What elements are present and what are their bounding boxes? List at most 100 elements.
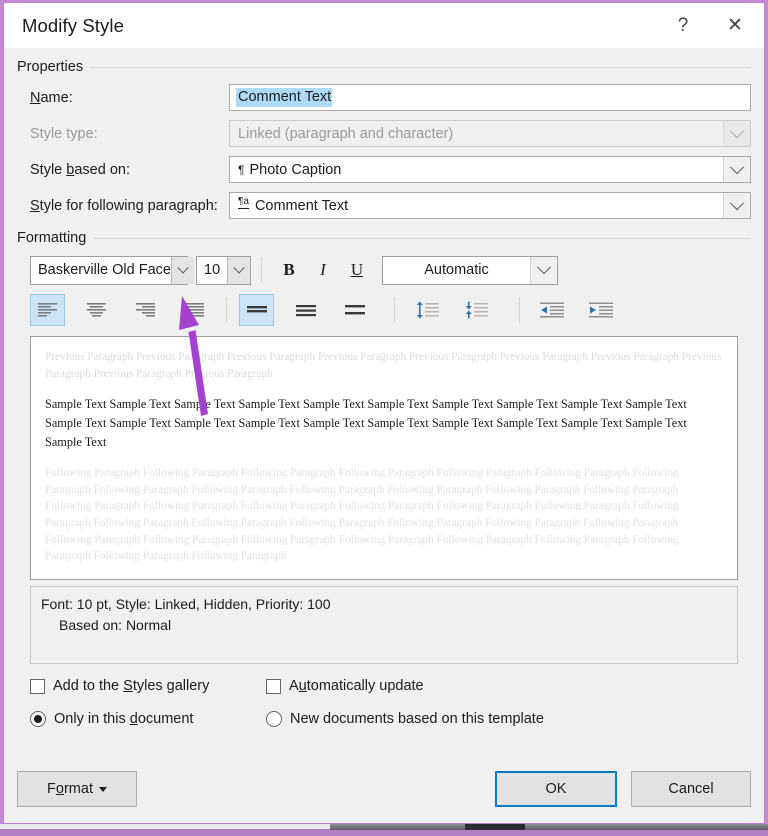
font-family-value: Baskerville Old Face [38, 262, 171, 278]
align-center-icon [87, 303, 106, 317]
bold-button[interactable]: B [272, 255, 306, 285]
properties-group-label: Properties [17, 59, 84, 75]
formatting-group-label: Formatting [17, 230, 87, 246]
align-left-button[interactable] [30, 294, 65, 326]
style-based-on-value: ¶ Photo Caption [230, 157, 723, 182]
chevron-down-icon[interactable] [530, 256, 557, 284]
group-divider [90, 66, 751, 68]
checkbox-icon[interactable] [266, 678, 281, 694]
dialog-titlebar: Modify Style ? ✕ [4, 3, 764, 48]
style-type-value: Linked (paragraph and character) [238, 125, 454, 142]
paragraph-mark-icon: ¶ [238, 162, 245, 177]
chevron-down-icon[interactable] [723, 193, 750, 218]
desktop-background-strip [0, 824, 768, 836]
name-input-value: Comment Text [230, 85, 750, 110]
preview-sample-text: Sample Text Sample Text Sample Text Samp… [45, 397, 687, 449]
field-row-name: Name: Comment Text [17, 84, 751, 111]
font-toolbar: Baskerville Old Face 10 B I U Automatic [17, 254, 751, 286]
description-line-2: Based on: Normal [59, 617, 172, 633]
radio-icon[interactable] [30, 711, 46, 727]
preview-following-paragraph: Following Paragraph Following Paragraph … [45, 467, 679, 563]
style-following-label: Style for following paragraph: [30, 197, 218, 214]
field-row-style-following: Style for following paragraph: ¶a Comment… [17, 192, 751, 219]
line-spacing-single-button[interactable] [239, 294, 274, 326]
bleed-segment [465, 824, 525, 830]
align-left-icon [38, 303, 57, 317]
style-preview-pane: Previous Paragraph Previous Paragraph Pr… [30, 336, 738, 580]
chevron-down-icon[interactable] [723, 157, 750, 182]
only-in-this-document-label: Only in this document [54, 711, 194, 727]
name-label: Name: [30, 89, 73, 106]
new-documents-radio[interactable]: New documents based on this template [266, 711, 544, 727]
toolbar-separator [519, 297, 520, 323]
checkbox-options-row: Add to the Styles gallery Automatically … [17, 675, 751, 697]
format-button[interactable]: Format [17, 771, 137, 807]
font-color-dropdown[interactable]: Automatic [382, 255, 558, 285]
chevron-down-icon[interactable] [170, 256, 194, 284]
increase-paragraph-spacing-icon [416, 301, 439, 319]
decrease-indent-button[interactable] [534, 294, 569, 326]
close-icon[interactable]: ✕ [706, 4, 764, 48]
style-based-on-text: Photo Caption [249, 161, 342, 178]
new-documents-label: New documents based on this template [290, 711, 544, 727]
dialog-footer: Format OK Cancel [4, 771, 764, 813]
ok-button[interactable]: OK [495, 771, 617, 807]
font-family-dropdown[interactable]: Baskerville Old Face [30, 255, 194, 285]
align-justify-icon [185, 303, 204, 317]
font-size-dropdown[interactable]: 10 [196, 255, 251, 285]
radio-icon[interactable] [266, 711, 282, 727]
style-based-on-dropdown[interactable]: ¶ Photo Caption [229, 156, 751, 183]
toolbar-separator [226, 297, 227, 323]
cancel-button[interactable]: Cancel [631, 771, 751, 807]
style-following-dropdown[interactable]: ¶a Comment Text [229, 192, 751, 219]
format-button-label: Format [47, 781, 93, 797]
align-center-button[interactable] [79, 294, 114, 326]
style-following-value: ¶a Comment Text [230, 193, 723, 218]
chevron-down-icon [723, 121, 750, 146]
style-type-dropdown: Linked (paragraph and character) [229, 120, 751, 147]
name-input[interactable]: Comment Text [229, 84, 751, 111]
style-type-label: Style type: [30, 125, 98, 142]
decrease-indent-icon [539, 302, 564, 318]
line-spacing-1-5-icon [295, 304, 316, 316]
formatting-group-header: Formatting [17, 230, 751, 246]
add-to-styles-gallery-label: Add to the Styles gallery [53, 678, 210, 694]
field-row-style-based-on: Style based on: ¶ Photo Caption [17, 156, 751, 183]
italic-button[interactable]: I [306, 255, 340, 285]
modify-style-dialog: Modify Style ? ✕ Properties Name: Commen… [3, 2, 765, 824]
chevron-down-icon[interactable] [227, 256, 250, 284]
only-in-this-document-radio[interactable]: Only in this document [30, 711, 266, 727]
automatically-update-label: Automatically update [289, 678, 424, 694]
name-selected-text: Comment Text [236, 88, 333, 107]
group-divider [93, 237, 751, 239]
add-to-styles-gallery-checkbox[interactable]: Add to the Styles gallery [30, 678, 266, 694]
field-row-style-type: Style type: Linked (paragraph and charac… [17, 120, 751, 147]
radio-options-row: Only in this document New documents base… [17, 708, 751, 730]
line-spacing-1-5-button[interactable] [288, 294, 323, 326]
properties-group-header: Properties [17, 59, 751, 75]
automatically-update-checkbox[interactable]: Automatically update [266, 678, 424, 694]
align-justify-button[interactable] [177, 294, 212, 326]
preview-previous-paragraph: Previous Paragraph Previous Paragraph Pr… [45, 351, 722, 380]
line-spacing-double-button[interactable] [337, 294, 372, 326]
help-icon[interactable]: ? [660, 4, 706, 48]
dialog-body: Properties Name: Comment Text Style type… [4, 48, 764, 823]
align-right-icon [136, 303, 155, 317]
linked-style-mark-icon: ¶a [238, 196, 249, 209]
screen: Modify Style ? ✕ Properties Name: Commen… [0, 0, 768, 836]
font-size-value: 10 [204, 262, 221, 278]
decrease-paragraph-spacing-icon [465, 301, 488, 319]
paragraph-toolbar [17, 292, 751, 328]
toolbar-separator [394, 297, 395, 323]
align-right-button[interactable] [128, 294, 163, 326]
decrease-paragraph-spacing-button[interactable] [458, 294, 493, 326]
dialog-title: Modify Style [22, 14, 124, 36]
underline-button[interactable]: U [340, 255, 374, 285]
increase-indent-button[interactable] [583, 294, 618, 326]
checkbox-icon[interactable] [30, 678, 45, 694]
increase-indent-icon [588, 302, 613, 318]
line-spacing-double-icon [344, 305, 365, 315]
font-color-value: Automatic [424, 262, 489, 278]
style-based-on-label: Style based on: [30, 161, 130, 178]
increase-paragraph-spacing-button[interactable] [409, 294, 444, 326]
